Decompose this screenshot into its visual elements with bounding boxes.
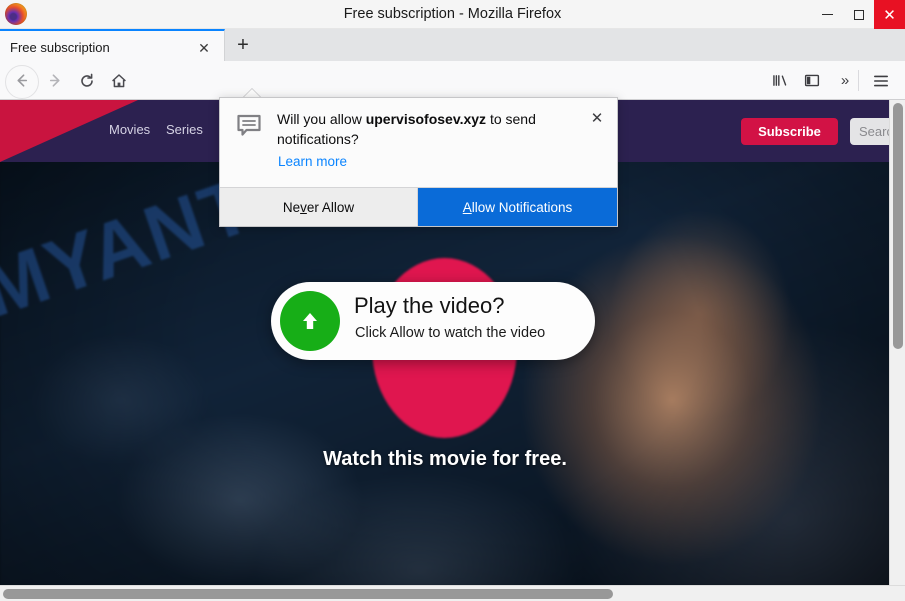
vertical-scrollbar[interactable] bbox=[889, 100, 905, 586]
arrow-up-icon[interactable] bbox=[280, 291, 340, 351]
reload-button[interactable] bbox=[72, 66, 102, 95]
allow-notifications-button[interactable]: Allow Notifications bbox=[418, 188, 617, 226]
toolbar-separator bbox=[858, 70, 859, 91]
window-title: Free subscription - Mozilla Firefox bbox=[343, 6, 562, 22]
back-button[interactable] bbox=[5, 65, 39, 99]
new-tab-button[interactable]: + bbox=[228, 31, 258, 61]
tab-strip: Free subscription ✕ + bbox=[0, 29, 905, 61]
page-headline: Watch this movie for free. bbox=[323, 448, 567, 470]
window-titlebar: Free subscription - Mozilla Firefox ✕ bbox=[0, 0, 905, 29]
learn-more-link[interactable]: Learn more bbox=[278, 154, 347, 169]
allow-accesskey: A bbox=[462, 199, 472, 215]
forward-button[interactable] bbox=[40, 66, 70, 95]
home-icon bbox=[112, 73, 126, 87]
tab-label: Free subscription bbox=[10, 40, 110, 55]
doorhanger-close-icon[interactable]: ✕ bbox=[586, 107, 608, 129]
vertical-scrollbar-thumb[interactable] bbox=[893, 103, 903, 349]
doorhanger-message: Will you allow upervisofosev.xyz to send… bbox=[277, 110, 567, 150]
never-allow-button[interactable]: Ne v er Allow bbox=[220, 188, 418, 226]
browser-tab[interactable]: Free subscription ✕ bbox=[0, 29, 225, 61]
arrow-right-icon bbox=[49, 74, 59, 87]
reload-icon bbox=[81, 73, 93, 87]
tab-close-icon[interactable]: ✕ bbox=[193, 33, 215, 63]
play-video-prompt[interactable]: Play the video? Click Allow to watch the… bbox=[271, 282, 595, 360]
site-nav-movies[interactable]: Movies bbox=[109, 122, 150, 137]
doorhanger-buttons: Ne v er Allow Allow Notifications bbox=[220, 187, 617, 226]
overflow-menu-button[interactable]: » bbox=[830, 66, 860, 95]
doorhanger-message-prefix: Will you allow bbox=[277, 111, 366, 127]
doorhanger-message-host: upervisofosev.xyz bbox=[365, 111, 487, 127]
minimize-icon bbox=[822, 13, 833, 16]
play-prompt-subtitle: Click Allow to watch the video bbox=[355, 325, 546, 341]
subscribe-button[interactable]: Subscribe bbox=[741, 118, 838, 145]
allow-label-after: llow Notifications bbox=[471, 199, 573, 215]
arrow-left-icon bbox=[17, 74, 27, 87]
maximize-button[interactable] bbox=[843, 0, 874, 29]
close-icon: ✕ bbox=[883, 6, 896, 24]
library-button[interactable] bbox=[765, 66, 795, 95]
site-nav-series[interactable]: Series bbox=[166, 122, 203, 137]
navigation-toolbar: https://upervisofosev.xyz/SISC?tag_id=70… bbox=[0, 61, 905, 156]
never-allow-accesskey: v bbox=[300, 199, 307, 215]
app-menu-button[interactable] bbox=[866, 66, 896, 95]
close-window-button[interactable]: ✕ bbox=[874, 0, 905, 29]
maximize-icon bbox=[853, 9, 864, 20]
speech-bubble-icon bbox=[235, 112, 263, 140]
minimize-button[interactable] bbox=[812, 0, 843, 29]
search-input[interactable]: Search bbox=[850, 118, 890, 145]
play-prompt-title: Play the video? bbox=[354, 293, 505, 318]
never-allow-label-before: Ne bbox=[282, 199, 301, 215]
never-allow-label-after: er Allow bbox=[306, 199, 355, 215]
home-button[interactable] bbox=[104, 66, 134, 95]
sidebar-button[interactable] bbox=[797, 66, 827, 95]
notification-permission-doorhanger: Will you allow upervisofosev.xyz to send… bbox=[219, 97, 618, 227]
horizontal-scrollbar-thumb[interactable] bbox=[3, 589, 613, 599]
horizontal-scrollbar[interactable] bbox=[0, 585, 905, 601]
